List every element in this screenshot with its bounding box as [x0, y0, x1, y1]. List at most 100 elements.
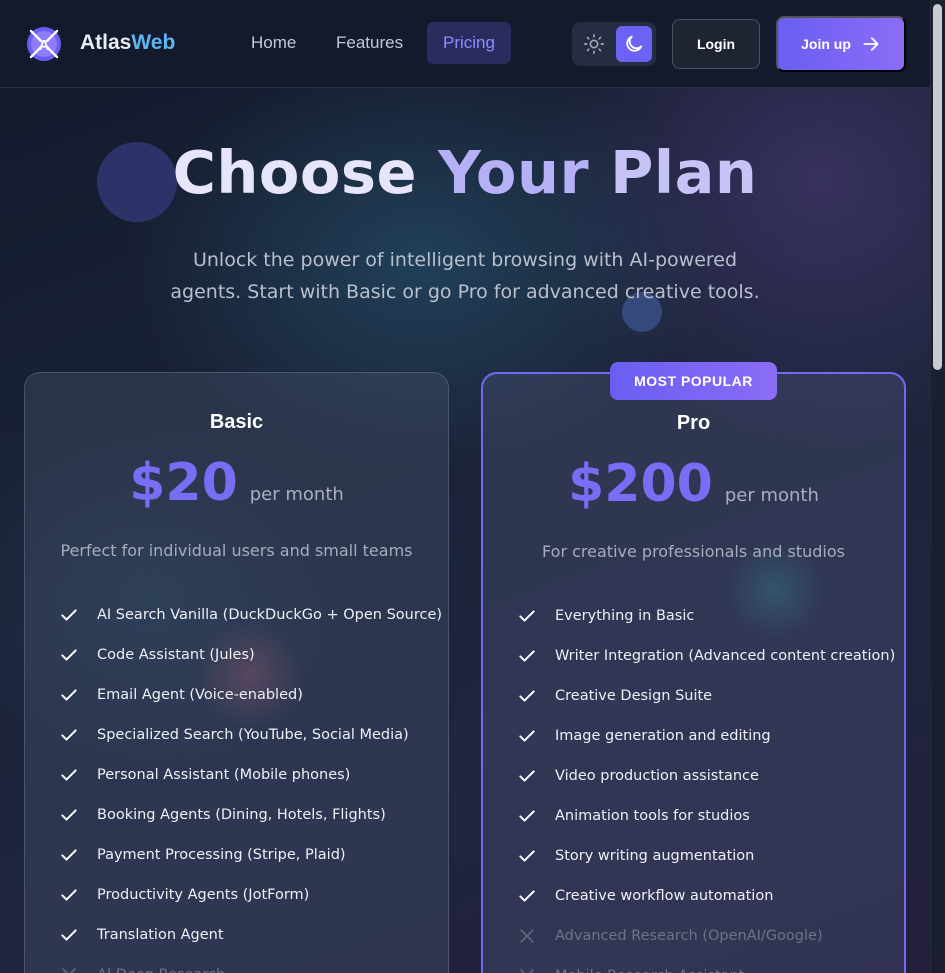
feature-text: Productivity Agents (JotForm) [97, 887, 310, 903]
feature-item: Code Assistant (Jules) [59, 635, 442, 675]
feature-item: Advanced Research (OpenAI/Google) [517, 916, 895, 956]
check-icon [517, 726, 537, 746]
feature-item: Personal Assistant (Mobile phones) [59, 755, 442, 795]
plan-period: per month [249, 484, 344, 505]
feature-text: AI Search Vanilla (DuckDuckGo + Open Sou… [97, 607, 443, 623]
feature-item: Booking Agents (Dining, Hotels, Flights) [59, 795, 442, 835]
feature-text: Animation tools for studios [555, 808, 750, 824]
brand-name-part1: Atlas [80, 31, 132, 54]
check-icon [59, 885, 79, 905]
feature-text: Image generation and editing [555, 728, 771, 744]
logo-icon[interactable]: A [26, 26, 62, 62]
plan-period: per month [724, 485, 819, 506]
feature-text: Mobile Research Assistant [555, 968, 744, 973]
join-up-label: Join up [801, 36, 851, 52]
plan-description: Perfect for individual users and small t… [60, 541, 413, 560]
feature-item: Email Agent (Voice-enabled) [59, 675, 442, 715]
most-popular-badge: MOST POPULAR [610, 362, 777, 400]
check-icon [517, 846, 537, 866]
feature-text: AI Deep Research [97, 967, 225, 973]
plan-card-basic: Basic $20 per month Perfect for individu… [24, 372, 449, 973]
plan-card-pro: Pro $200 per month For creative professi… [481, 372, 906, 973]
top-navbar: A AtlasWeb Home Features Pricing Login J… [0, 0, 930, 88]
check-icon [59, 725, 79, 745]
feature-text: Personal Assistant (Mobile phones) [97, 767, 351, 783]
x-icon [59, 965, 79, 973]
check-icon [517, 766, 537, 786]
join-up-button[interactable]: Join up [776, 16, 906, 72]
price-row: $20 per month [25, 453, 448, 513]
theme-toggle [572, 22, 656, 66]
feature-item: Mobile Research Assistant [517, 956, 895, 973]
svg-text:A: A [39, 37, 50, 54]
nav-home[interactable]: Home [235, 22, 312, 64]
nav-features[interactable]: Features [320, 22, 419, 64]
feature-list: AI Search Vanilla (DuckDuckGo + Open Sou… [59, 595, 442, 973]
feature-item: Payment Processing (Stripe, Plaid) [59, 835, 442, 875]
page-subtitle: Unlock the power of intelligent browsing… [170, 249, 760, 303]
feature-text: Email Agent (Voice-enabled) [97, 687, 303, 703]
arrow-right-icon [863, 37, 879, 51]
check-icon [517, 606, 537, 626]
feature-text: Creative Design Suite [555, 688, 713, 704]
feature-text: Payment Processing (Stripe, Plaid) [97, 847, 346, 863]
plan-price: $20 [129, 453, 238, 513]
price-row: $200 per month [483, 454, 904, 514]
check-icon [59, 765, 79, 785]
nav-pricing[interactable]: Pricing [427, 22, 511, 64]
check-icon [517, 886, 537, 906]
feature-text: Advanced Research (OpenAI/Google) [555, 928, 823, 944]
check-icon [59, 685, 79, 705]
title-word-3: Plan [610, 138, 758, 207]
feature-item: Story writing augmentation [517, 836, 895, 876]
title-word-2: Your [438, 138, 590, 207]
check-icon [59, 925, 79, 945]
page-title: Choose Your Plan [0, 138, 930, 207]
check-icon [59, 645, 79, 665]
feature-item: Productivity Agents (JotForm) [59, 875, 442, 915]
feature-item: Everything in Basic [517, 596, 895, 636]
scrollbar-thumb[interactable] [933, 4, 942, 370]
light-theme-button[interactable] [576, 26, 612, 62]
check-icon [59, 805, 79, 825]
feature-item: Animation tools for studios [517, 796, 895, 836]
feature-item: AI Deep Research [59, 955, 442, 973]
title-word-1: Choose [172, 138, 418, 207]
feature-item: Video production assistance [517, 756, 895, 796]
plan-price: $200 [568, 454, 713, 514]
check-icon [517, 646, 537, 666]
plan-name: Basic [209, 411, 264, 433]
dark-theme-button[interactable] [616, 26, 652, 62]
check-icon [517, 806, 537, 826]
check-icon [59, 845, 79, 865]
check-icon [59, 605, 79, 625]
feature-text: Booking Agents (Dining, Hotels, Flights) [97, 807, 386, 823]
brand-name[interactable]: AtlasWeb [80, 31, 175, 55]
feature-text: Everything in Basic [555, 608, 695, 624]
feature-item: Translation Agent [59, 915, 442, 955]
feature-text: Specialized Search (YouTube, Social Medi… [97, 727, 409, 743]
brand-name-part2: Web [131, 31, 176, 54]
x-icon [517, 966, 537, 973]
feature-text: Video production assistance [555, 768, 759, 784]
check-icon [517, 686, 537, 706]
feature-item: Creative workflow automation [517, 876, 895, 916]
feature-text: Code Assistant (Jules) [97, 647, 255, 663]
feature-text: Translation Agent [97, 927, 224, 943]
plan-name: Pro [676, 412, 711, 434]
plan-description: For creative professionals and studios [542, 542, 845, 561]
feature-text: Writer Integration (Advanced content cre… [555, 648, 896, 664]
scrollbar[interactable] [930, 0, 945, 973]
moon-icon [626, 35, 643, 52]
sun-icon [584, 34, 604, 54]
feature-list: Everything in Basic Writer Integration (A… [517, 596, 895, 973]
login-button[interactable]: Login [672, 19, 760, 69]
feature-item: Image generation and editing [517, 716, 895, 756]
feature-item: Creative Design Suite [517, 676, 895, 716]
feature-item: AI Search Vanilla (DuckDuckGo + Open Sou… [59, 595, 442, 635]
feature-item: Writer Integration (Advanced content cre… [517, 636, 895, 676]
x-icon [517, 926, 537, 946]
feature-item: Specialized Search (YouTube, Social Medi… [59, 715, 442, 755]
feature-text: Creative workflow automation [555, 888, 774, 904]
feature-text: Story writing augmentation [555, 848, 755, 864]
